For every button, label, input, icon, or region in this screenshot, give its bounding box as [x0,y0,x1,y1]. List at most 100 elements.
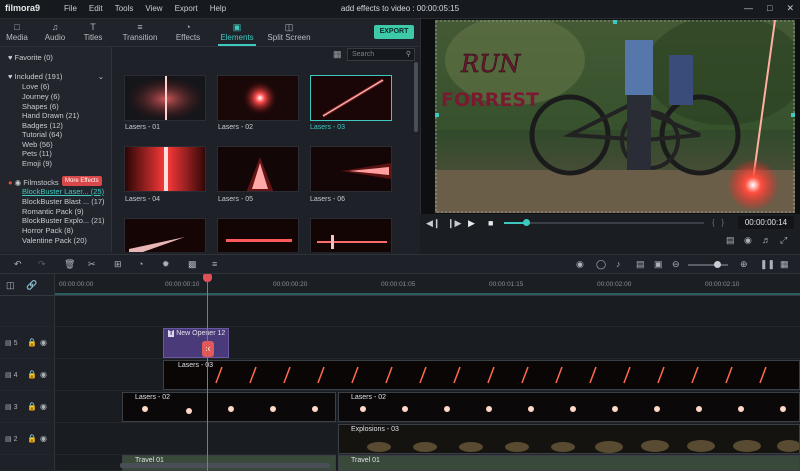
tab-effects[interactable]: ◔ Effects [174,22,202,42]
element-thumbnail[interactable] [124,218,206,252]
sidebar-item-badges[interactable]: Badges (12) [22,121,63,130]
playhead-handle[interactable] [203,274,212,282]
color-icon[interactable]: ✹ [162,259,170,270]
stop-icon[interactable]: ■ [488,218,493,228]
sidebar-item-shapes[interactable]: Shapes (6) [22,102,59,111]
element-thumbnail[interactable] [217,75,299,121]
lock-icon[interactable]: 🔒 [27,370,37,379]
chevron-down-icon[interactable]: ⌄ [98,72,104,81]
sidebar-favorite[interactable]: ♥ Favorite (0) [8,53,53,62]
tab-audio[interactable]: ♫ Audio [44,22,66,42]
add-track-icon[interactable]: ◫ [6,280,15,291]
tab-media[interactable]: □ Media [6,22,28,42]
minimize-icon[interactable]: — [744,3,753,14]
close-icon[interactable]: ✕ [786,3,794,14]
lock-icon[interactable]: 🔒 [27,338,37,347]
eye-icon[interactable]: ◉ [40,338,47,347]
pause-bars-icon[interactable]: ❚❚ [760,259,775,270]
timeline-clip-lasers-02[interactable]: Lasers - 02 [122,392,336,422]
element-thumbnail[interactable] [124,146,206,192]
sidebar-item-blockbuster-blast[interactable]: BlockBuster Blast ... (17) [22,197,105,206]
menu-help[interactable]: Help [210,4,226,13]
element-thumbnail-selected[interactable] [310,75,392,121]
snapshot-camera-icon[interactable]: ◉ [744,235,752,246]
zoom-slider-handle[interactable] [714,261,721,268]
microphone-icon[interactable]: ♪ [616,259,621,269]
tab-split-screen[interactable]: ◫ Split Screen [266,22,312,42]
sidebar-included[interactable]: ♥ Included (191) ⌄ [8,72,108,81]
export-button[interactable]: EXPORT [374,25,414,39]
in-out-brackets-icon[interactable]: { } [712,218,724,227]
green-screen-icon[interactable]: ▩ [188,259,197,270]
tab-transition[interactable]: ≡ Transition [122,22,158,42]
sidebar-item-blockbuster-explosions[interactable]: BlockBuster Explo... (21) [22,216,105,225]
eye-icon[interactable]: ◉ [40,402,47,411]
volume-icon[interactable]: ♬ [762,235,771,245]
preview-progress-handle[interactable] [523,219,530,226]
menu-tools[interactable]: Tools [115,4,134,13]
preview-video[interactable]: RUN FORREST [435,20,795,213]
speed-icon[interactable]: ◔ [138,259,143,269]
timeline-clip-travel-01[interactable]: Travel 01 [338,455,800,471]
search-icon[interactable]: ⚲ [406,49,411,60]
lock-icon[interactable]: 🔒 [27,402,37,411]
adjust-icon[interactable]: ≡ [212,259,217,269]
zoom-out-icon[interactable]: ⊖ [672,259,680,270]
tab-titles[interactable]: T Titles [82,22,104,42]
menu-edit[interactable]: Edit [89,4,103,13]
lock-icon[interactable]: 🔒 [27,434,37,443]
grid-view-icon[interactable]: ▦ [333,49,342,60]
undo-icon[interactable]: ↶ [14,259,22,270]
voiceover-icon[interactable]: ▤ [636,259,645,270]
element-thumbnail[interactable] [310,218,392,252]
search-input[interactable]: Search ⚲ [347,48,415,61]
sidebar-item-emoji[interactable]: Emoji (9) [22,159,52,168]
element-thumbnail[interactable] [124,75,206,121]
sidebar-filmstocks[interactable]: ● ◉ Filmstocks [8,178,59,187]
menu-file[interactable]: File [64,4,77,13]
clip-cut-marker-icon[interactable]: × [202,341,214,357]
render-icon[interactable]: ◉ [576,259,584,270]
timeline-clip-lasers-03[interactable]: Lasers - 03 [163,360,800,390]
play-icon[interactable]: ▶ [468,218,475,229]
elements-scrollbar[interactable] [414,62,418,132]
zoom-slider-track[interactable] [688,264,728,266]
sidebar-item-hand-drawn[interactable]: Hand Drawn (21) [22,111,79,120]
snapshot-icon[interactable]: ▣ [654,259,663,270]
cut-icon[interactable]: ✂ [88,259,96,270]
delete-icon[interactable]: 🗑 [64,259,75,270]
element-thumbnail[interactable] [217,146,299,192]
timeline-clip-lasers-02[interactable]: Lasers - 02 [338,392,800,422]
sidebar-item-pets[interactable]: Pets (11) [22,149,52,158]
eye-icon[interactable]: ◉ [40,434,47,443]
zoom-in-icon[interactable]: ⊕ [740,259,748,270]
tab-elements[interactable]: ▣ Elements [218,22,256,42]
timeline-grid-icon[interactable]: ▦ [780,259,789,270]
preview-progress-track[interactable] [504,222,704,224]
maximize-icon[interactable]: □ [767,3,772,14]
menu-view[interactable]: View [145,4,162,13]
sidebar-item-blockbuster-laser[interactable]: BlockBuster Laser... (25) [22,187,104,196]
eye-icon[interactable]: ◉ [40,370,47,379]
step-forward-icon[interactable]: ❙▶ [447,218,461,229]
timeline-clip-title[interactable]: T New Opener 12 × [163,328,229,358]
marker-icon[interactable]: ◯ [596,259,606,270]
timeline-scrollbar[interactable] [120,463,330,468]
monitor-icon[interactable]: ▤ [726,235,735,246]
sidebar-item-valentine-pack[interactable]: Valentine Pack (20) [22,236,87,245]
sidebar-item-journey[interactable]: Journey (6) [22,92,60,101]
timeline-clip-explosions-03[interactable]: Explosions - 03 [338,424,800,454]
sidebar-item-web[interactable]: Web (56) [22,140,53,149]
skip-back-icon[interactable]: ◀❙ [426,218,440,229]
redo-icon[interactable]: ↷ [38,259,46,270]
element-thumbnail[interactable] [310,146,392,192]
link-icon[interactable]: 🔗 [26,280,37,291]
sidebar-item-love[interactable]: Love (6) [22,82,50,91]
element-thumbnail[interactable] [217,218,299,252]
crop-icon[interactable]: ⊞ [114,259,122,270]
timeline-ruler[interactable]: 00:00:00:00 00:00:00:10 00:00:00:20 00:0… [55,274,800,296]
sidebar-item-tutorial[interactable]: Tutorial (64) [22,130,62,139]
sidebar-item-horror-pack[interactable]: Horror Pack (8) [22,226,73,235]
more-effects-badge[interactable]: More Effects [62,176,102,186]
fullscreen-icon[interactable]: ⤢ [780,235,787,246]
